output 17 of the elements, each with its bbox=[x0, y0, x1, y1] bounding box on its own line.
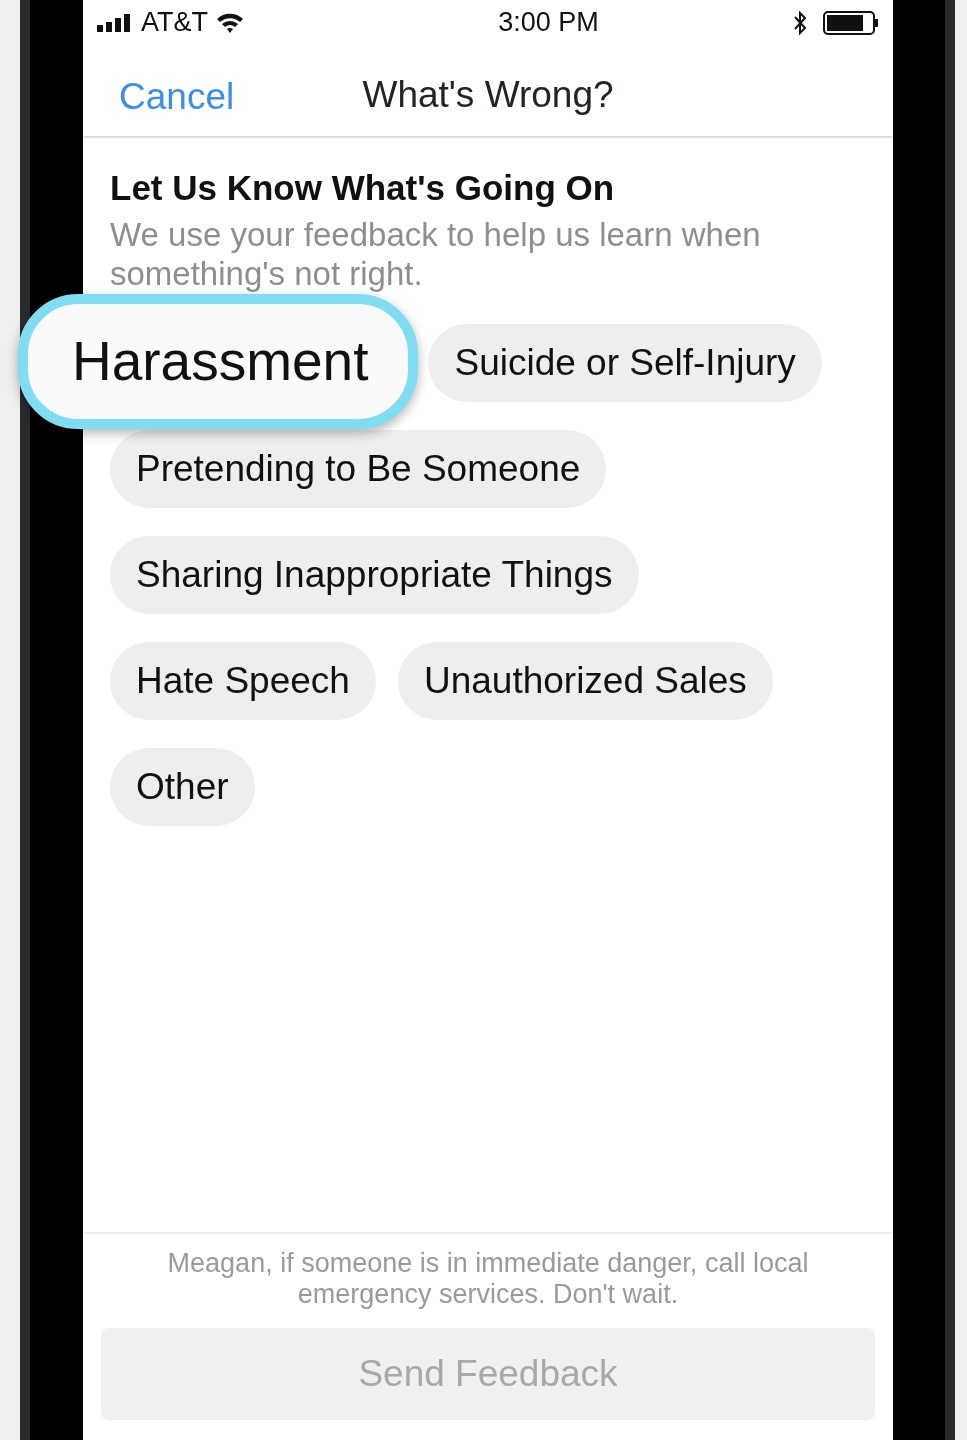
option-chip[interactable]: Pretending to Be Someone bbox=[110, 429, 607, 508]
bluetooth-icon bbox=[793, 10, 807, 35]
section-heading: Let Us Know What's Going On bbox=[110, 167, 616, 209]
section-description: We use your feedback to help us learn when something's not right. bbox=[110, 214, 762, 294]
wifi-icon bbox=[216, 12, 244, 33]
option-chip[interactable]: Sharing Inappropriate Things bbox=[110, 535, 639, 614]
carrier-name: AT&T bbox=[141, 6, 208, 40]
option-chip[interactable]: Hate Speech bbox=[110, 641, 376, 720]
safety-note: Meagan, if someone is in immediate danger, call local emergency services. Don't wait. bbox=[166, 1247, 810, 1310]
screen-title: What's Wrong? bbox=[362, 73, 614, 117]
battery-icon bbox=[823, 10, 879, 35]
option-chip[interactable]: Suicide or Self-Injury bbox=[428, 323, 822, 402]
highlighted-option-chip[interactable]: Harassment bbox=[18, 293, 419, 429]
signal-icon bbox=[97, 13, 133, 32]
option-chip[interactable]: Other bbox=[110, 747, 255, 826]
status-time: 3:00 PM bbox=[497, 6, 600, 40]
option-chip[interactable]: Unauthorized Sales bbox=[397, 641, 773, 720]
